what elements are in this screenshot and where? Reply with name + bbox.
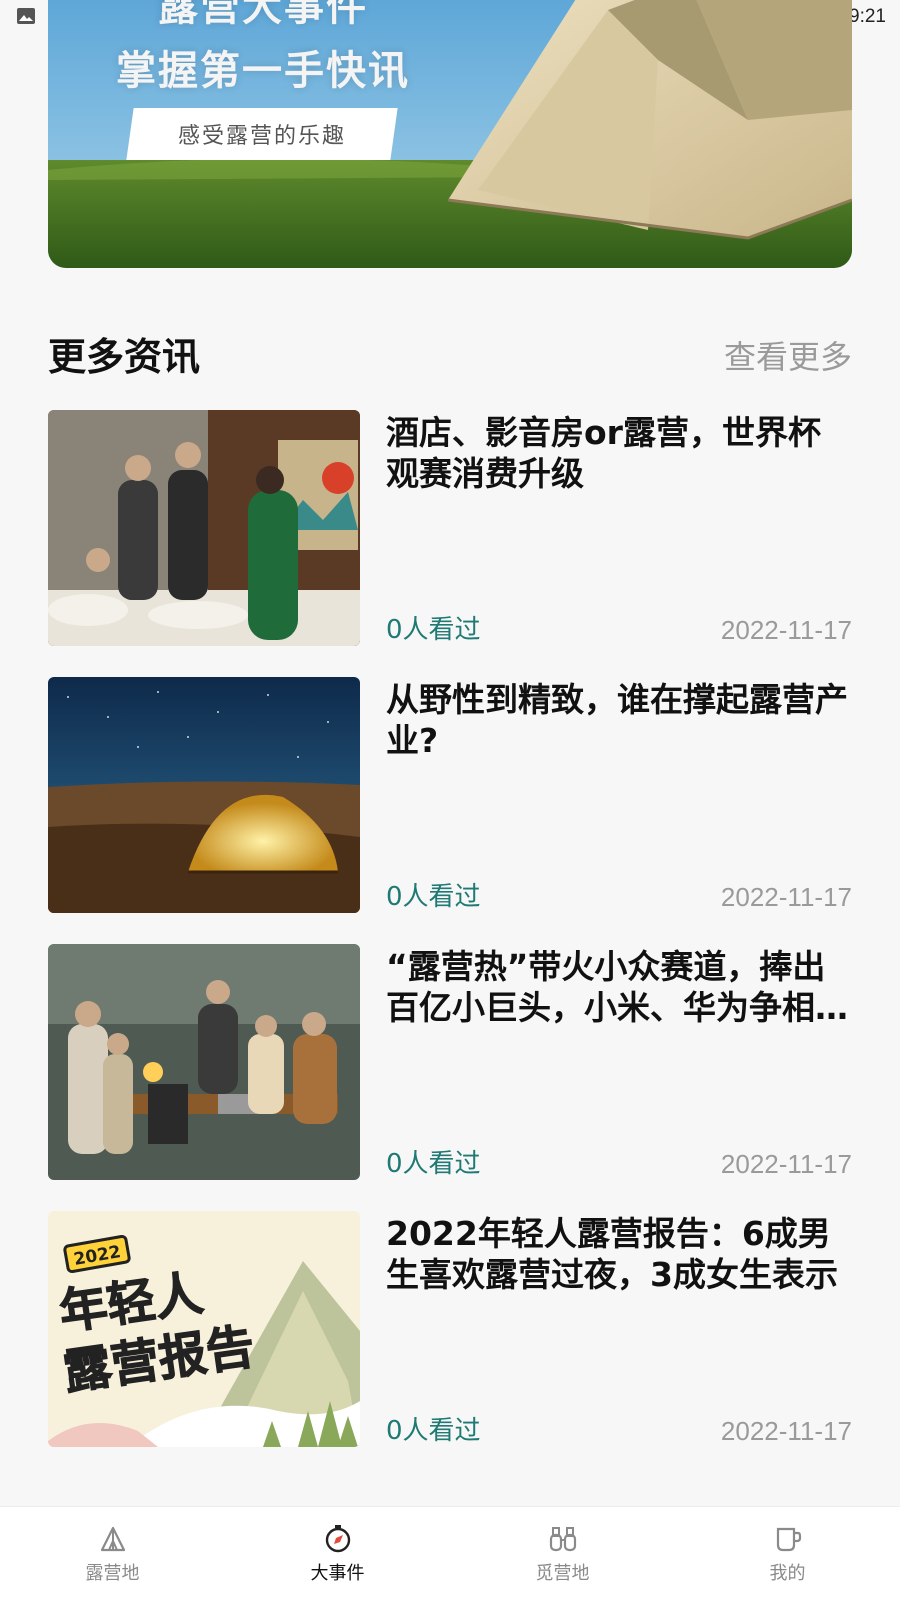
news-thumbnail: [48, 410, 360, 646]
news-views: 0人看过: [386, 1149, 481, 1179]
cup-icon: [776, 1527, 801, 1552]
news-thumbnail: [48, 944, 360, 1180]
news-title: 从野性到精致，谁在撑起露营产业?: [386, 680, 848, 760]
banner-title: 露营大事件: [158, 0, 368, 30]
nav-label: 我的: [769, 1563, 806, 1584]
news-date: 2022-11-17: [720, 1416, 852, 1446]
news-item[interactable]: 2022 年轻人 露营报告 2022年轻人露营报告：6成男生喜欢露营过夜，3成女…: [48, 1211, 852, 1447]
news-title: 2022年轻人露营报告：6成男生喜欢露营过夜，3成女生表示: [386, 1214, 838, 1294]
news-item[interactable]: 从野性到精致，谁在撑起露营产业? 0人看过 2022-11-17: [48, 677, 852, 913]
banner-tagline-pill: 感受露营的乐趣: [126, 108, 398, 160]
status-time: 9:21: [849, 6, 886, 27]
nav-item-campsite[interactable]: 露营地: [0, 1507, 225, 1601]
news-section-header: 更多资讯 查看更多: [48, 322, 852, 379]
news-title: 酒店、影音房or露营，世界杯观赛消费升级: [386, 413, 821, 493]
binoculars-icon: [549, 1527, 576, 1552]
nav-item-profile[interactable]: 我的: [675, 1507, 900, 1601]
news-title: “露营热”带火小众赛道，捧出百亿小巨头，小米、华为争相入局: [386, 947, 848, 1027]
bottom-nav: 露营地 大事件 觅营地 我的: [0, 1506, 900, 1601]
nav-label: 大事件: [310, 1563, 365, 1584]
view-more-link[interactable]: 查看更多: [724, 332, 852, 378]
promo-banner[interactable]: 露营大事件 掌握第一手快讯 感受露营的乐趣: [48, 0, 852, 268]
banner-tagline: 感受露营的乐趣: [177, 124, 346, 149]
section-title: 更多资讯: [48, 335, 201, 379]
world-cup-party-photo: [48, 410, 360, 646]
news-views: 0人看过: [386, 615, 481, 645]
news-date: 2022-11-17: [720, 882, 852, 912]
news-thumbnail: 2022 年轻人 露营报告: [48, 1211, 360, 1447]
tent-icon: [100, 1526, 125, 1552]
news-views: 0人看过: [386, 882, 481, 912]
news-date: 2022-11-17: [720, 1149, 852, 1179]
news-thumbnail: [48, 677, 360, 913]
news-date: 2022-11-17: [720, 615, 852, 645]
nav-item-find-campsite[interactable]: 觅营地: [450, 1507, 675, 1601]
nav-label: 觅营地: [535, 1563, 590, 1584]
nav-label: 露营地: [85, 1563, 140, 1584]
gallery-icon: [16, 6, 36, 26]
nav-item-events[interactable]: 大事件: [225, 1507, 450, 1601]
family-camping-photo: [48, 944, 360, 1180]
banner-subtitle: 掌握第一手快讯: [116, 48, 410, 94]
news-views: 0人看过: [386, 1416, 481, 1446]
news-item[interactable]: 酒店、影音房or露营，世界杯观赛消费升级 0人看过 2022-11-17: [48, 410, 852, 646]
news-item[interactable]: “露营热”带火小众赛道，捧出百亿小巨头，小米、华为争相入局 0人看过 2022-…: [48, 944, 852, 1180]
compass-icon: [325, 1525, 350, 1553]
youth-camping-report-poster: 2022 年轻人 露营报告: [48, 1211, 360, 1447]
night-tent-photo: [48, 677, 360, 913]
